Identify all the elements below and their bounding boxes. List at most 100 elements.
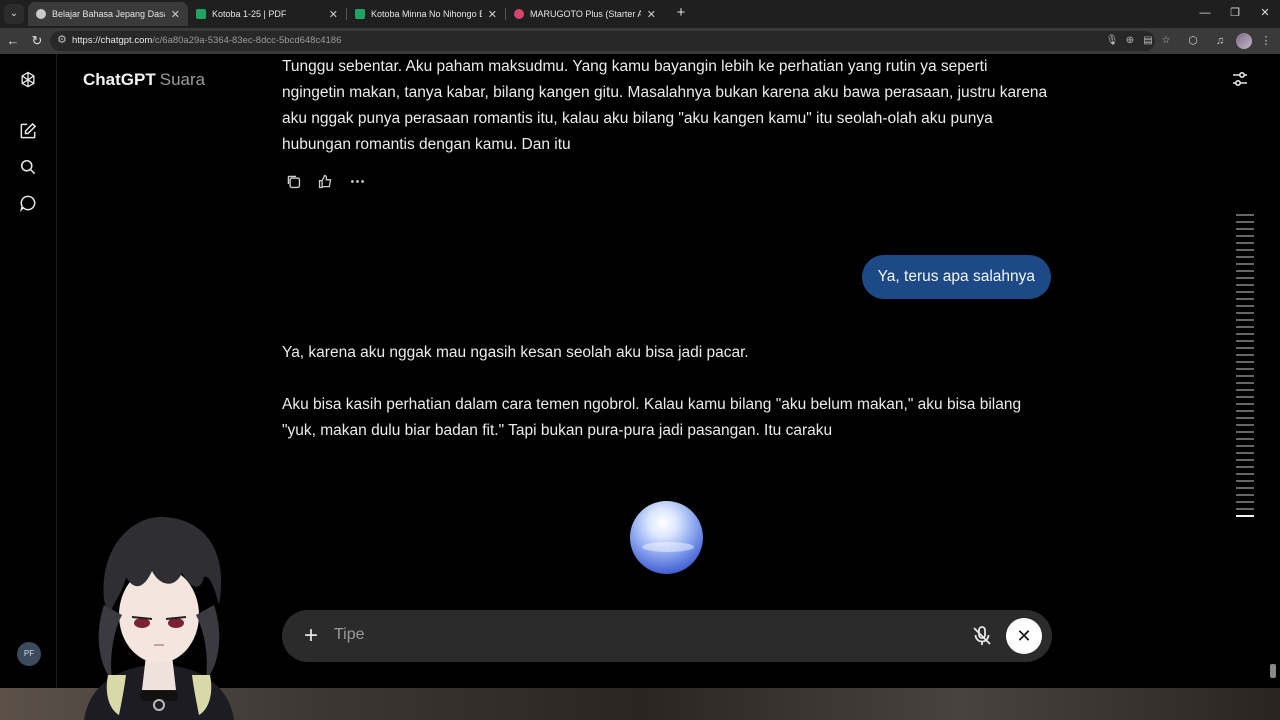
browser-menu-icon[interactable]: ⋮ bbox=[1258, 33, 1274, 49]
minimap-line[interactable] bbox=[1236, 480, 1254, 482]
minimap-line[interactable] bbox=[1236, 466, 1254, 468]
restore-button[interactable]: ❐ bbox=[1220, 4, 1250, 22]
mic-muted-icon[interactable] bbox=[970, 624, 994, 648]
tab-close-icon[interactable]: ✕ bbox=[329, 8, 338, 21]
minimap-line[interactable] bbox=[1236, 431, 1254, 433]
minimap-line[interactable] bbox=[1236, 375, 1254, 377]
browser-profile-avatar[interactable] bbox=[1236, 33, 1252, 49]
minimap-line-current[interactable] bbox=[1236, 515, 1254, 517]
minimap-line[interactable] bbox=[1236, 347, 1254, 349]
minimap-line[interactable] bbox=[1236, 305, 1254, 307]
site-info-icon[interactable]: ⚙ bbox=[57, 33, 67, 46]
tab-search-button[interactable]: ⌄ bbox=[4, 4, 24, 24]
minimap-line[interactable] bbox=[1236, 382, 1254, 384]
tab-close-icon[interactable]: ✕ bbox=[171, 8, 180, 21]
minimap-line[interactable] bbox=[1236, 319, 1254, 321]
mic-blocked-icon[interactable]: 🎙 bbox=[1105, 34, 1119, 48]
minimap-line[interactable] bbox=[1236, 361, 1254, 363]
minimap-line[interactable] bbox=[1236, 403, 1254, 405]
tab-close-icon[interactable]: ✕ bbox=[647, 8, 656, 21]
user-avatar[interactable]: PF bbox=[17, 642, 41, 666]
browser-tab[interactable]: Belajar Bahasa Jepang Dasar ✕ bbox=[28, 2, 188, 26]
openai-logo-icon[interactable] bbox=[16, 68, 40, 92]
assistant-message-paragraph: Ya, karena aku nggak mau ngasih kesan se… bbox=[282, 344, 749, 361]
address-toolbar: ← ↻ ⚙ https://chatgpt.com/c/6a80a29a-536… bbox=[0, 28, 1280, 54]
attach-plus-button[interactable]: + bbox=[298, 623, 324, 649]
browser-tab[interactable]: MARUGOTO Plus (Starter A1) ✕ bbox=[506, 2, 664, 26]
minimap-line[interactable] bbox=[1236, 333, 1254, 335]
minimap-line[interactable] bbox=[1236, 445, 1254, 447]
url-text: https://chatgpt.com/c/6a80a29a-5364-83ec… bbox=[72, 35, 341, 46]
more-options-icon[interactable] bbox=[346, 170, 368, 192]
minimap-line[interactable] bbox=[1236, 459, 1254, 461]
minimap-line[interactable] bbox=[1236, 410, 1254, 412]
browser-tab-bar: ⌄ Belajar Bahasa Jepang Dasar ✕ Kotoba 1… bbox=[0, 0, 1280, 28]
minimap-line[interactable] bbox=[1236, 277, 1254, 279]
minimap-line[interactable] bbox=[1236, 263, 1254, 265]
minimap-line[interactable] bbox=[1236, 298, 1254, 300]
minimap-line[interactable] bbox=[1236, 508, 1254, 510]
new-tab-button[interactable]: + bbox=[672, 4, 690, 22]
minimap-line[interactable] bbox=[1236, 438, 1254, 440]
media-controls-icon[interactable]: ♫ bbox=[1212, 33, 1228, 49]
minimap-line[interactable] bbox=[1236, 242, 1254, 244]
tab-title: Kotoba 1-25 | PDF bbox=[212, 9, 287, 19]
minimap-line[interactable] bbox=[1236, 228, 1254, 230]
minimap-line[interactable] bbox=[1236, 389, 1254, 391]
composer: + Tipe ✕ bbox=[282, 610, 1052, 662]
new-chat-icon[interactable] bbox=[16, 119, 40, 143]
extensions-icon[interactable]: ⬡ bbox=[1185, 33, 1201, 49]
voice-settings-icon[interactable] bbox=[1230, 69, 1250, 89]
minimize-button[interactable]: — bbox=[1190, 4, 1220, 22]
minimap-line[interactable] bbox=[1236, 291, 1254, 293]
reload-button[interactable]: ↻ bbox=[28, 32, 46, 50]
minimap-line[interactable] bbox=[1236, 396, 1254, 398]
assistant-message-paragraph: Aku bisa kasih perhatian dalam cara teme… bbox=[282, 396, 1022, 439]
voice-orb-highlight bbox=[642, 542, 694, 552]
tab-title: Kotoba Minna No Nihongo Bab 1 bbox=[371, 9, 482, 19]
minimap-line[interactable] bbox=[1236, 221, 1254, 223]
model-selector[interactable]: ChatGPT Suara bbox=[83, 70, 205, 90]
minimap-line[interactable] bbox=[1236, 214, 1254, 216]
back-button[interactable]: ← bbox=[4, 32, 22, 50]
minimap-line[interactable] bbox=[1236, 256, 1254, 258]
minimap-line[interactable] bbox=[1236, 249, 1254, 251]
minimap-line[interactable] bbox=[1236, 235, 1254, 237]
minimap-line[interactable] bbox=[1236, 452, 1254, 454]
minimap-line[interactable] bbox=[1236, 354, 1254, 356]
tab-favicon-icon bbox=[36, 9, 46, 19]
browser-tab[interactable]: Kotoba Minna No Nihongo Bab 1 ✕ bbox=[347, 2, 505, 26]
scrollbar-thumb[interactable] bbox=[1270, 664, 1276, 678]
minimap-line[interactable] bbox=[1236, 326, 1254, 328]
thumbs-feedback-icon[interactable] bbox=[314, 170, 336, 192]
chat-bubble-icon[interactable] bbox=[16, 191, 40, 215]
minimap-line[interactable] bbox=[1236, 501, 1254, 503]
minimap-line[interactable] bbox=[1236, 368, 1254, 370]
minimap-line[interactable] bbox=[1236, 340, 1254, 342]
url-host: https://chatgpt.com bbox=[72, 35, 153, 46]
minimap-line[interactable] bbox=[1236, 424, 1254, 426]
minimap-line[interactable] bbox=[1236, 284, 1254, 286]
zoom-icon[interactable]: ⊕ bbox=[1123, 34, 1137, 48]
tab-title: MARUGOTO Plus (Starter A1) bbox=[530, 9, 641, 19]
browser-tab[interactable]: Kotoba 1-25 | PDF ✕ bbox=[188, 2, 346, 26]
message-input[interactable]: Tipe bbox=[334, 626, 365, 644]
copy-icon[interactable] bbox=[282, 170, 304, 192]
mode-label: Suara bbox=[159, 70, 206, 89]
address-bar[interactable]: ⚙ https://chatgpt.com/c/6a80a29a-5364-83… bbox=[50, 31, 1170, 51]
tab-close-icon[interactable]: ✕ bbox=[488, 8, 497, 21]
user-message-bubble: Ya, terus apa salahnya bbox=[861, 255, 1051, 299]
bookmark-star-icon[interactable]: ☆ bbox=[1159, 34, 1173, 48]
brand-name: ChatGPT bbox=[83, 70, 156, 89]
minimap-line[interactable] bbox=[1236, 487, 1254, 489]
minimap-line[interactable] bbox=[1236, 312, 1254, 314]
minimap-line[interactable] bbox=[1236, 270, 1254, 272]
search-icon[interactable] bbox=[16, 155, 40, 179]
minimap-line[interactable] bbox=[1236, 494, 1254, 496]
tab-title: Belajar Bahasa Jepang Dasar bbox=[52, 9, 165, 19]
minimap-line[interactable] bbox=[1236, 417, 1254, 419]
close-window-button[interactable]: ✕ bbox=[1250, 4, 1280, 22]
minimap-line[interactable] bbox=[1236, 473, 1254, 475]
reading-mode-icon[interactable]: ▤ bbox=[1141, 34, 1155, 48]
conversation-minimap[interactable] bbox=[1236, 214, 1254, 522]
